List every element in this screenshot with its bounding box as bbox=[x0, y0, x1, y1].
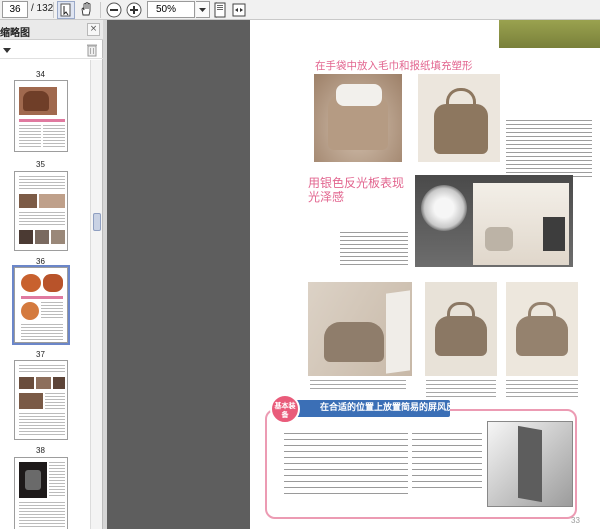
section-heading-2: 用银色反光板表现光泽感 bbox=[308, 176, 405, 204]
thumbnail-label: 38 bbox=[36, 446, 45, 455]
options-menu-button[interactable] bbox=[2, 44, 14, 59]
thumbnail-scrollbar[interactable] bbox=[90, 60, 102, 529]
zoom-out-button[interactable] bbox=[105, 1, 123, 19]
photo-studio-setup bbox=[415, 175, 573, 267]
tip-box bbox=[265, 409, 577, 519]
scrollbar-thumb[interactable] bbox=[93, 213, 101, 231]
thumbnail-list: 34 35 36 37 38 bbox=[0, 60, 90, 529]
panel-toolbar bbox=[0, 41, 103, 59]
photo-bag-silver-a bbox=[425, 282, 497, 376]
close-icon: × bbox=[89, 24, 98, 34]
select-text-icon bbox=[58, 2, 74, 18]
thumbnail-label: 34 bbox=[36, 70, 45, 79]
panel-title: 缩略图 bbox=[0, 28, 30, 39]
text-block bbox=[506, 120, 592, 180]
zoom-in-button[interactable] bbox=[125, 1, 143, 19]
text-block bbox=[340, 232, 408, 268]
thumbnail-page-38[interactable] bbox=[14, 457, 68, 529]
thumbnail-label: 36 bbox=[36, 257, 45, 266]
photo-bag-with-towel bbox=[314, 74, 402, 162]
options-icon bbox=[2, 46, 14, 59]
caption bbox=[310, 380, 406, 392]
zoom-dropdown-button[interactable] bbox=[196, 1, 210, 18]
hand-tool-button[interactable] bbox=[78, 1, 96, 19]
fit-page-button[interactable] bbox=[211, 1, 229, 19]
thumbnail-page-37[interactable] bbox=[14, 360, 68, 440]
callout-title: 在合适的位置上放置简易的屏风反光板 bbox=[290, 400, 450, 417]
zoom-level-field[interactable]: 50% bbox=[147, 1, 195, 18]
trash-icon bbox=[86, 44, 98, 60]
caption bbox=[426, 380, 496, 398]
thumbnails-panel: 缩略图 × 34 35 36 37 38 bbox=[0, 20, 103, 529]
zoom-out-icon bbox=[105, 1, 123, 19]
photo-bag-reflector bbox=[308, 282, 412, 376]
fit-width-icon bbox=[230, 1, 248, 19]
photo-bag-filled bbox=[418, 74, 500, 162]
hand-icon bbox=[78, 1, 96, 17]
select-text-button[interactable] bbox=[57, 1, 75, 19]
toolbar: 36 / 132 50% bbox=[0, 0, 600, 20]
thumbnail-page-35[interactable] bbox=[14, 171, 68, 251]
zoom-in-icon bbox=[125, 1, 143, 19]
section-heading-1: 在手袋中放入毛巾和报纸填充塑形 bbox=[315, 60, 473, 72]
chevron-down-icon bbox=[196, 7, 209, 20]
page-number: 33 bbox=[571, 516, 580, 525]
delete-page-button[interactable] bbox=[86, 43, 98, 60]
photo-bag-silver-b bbox=[506, 282, 578, 376]
toolbar-separator bbox=[100, 2, 101, 18]
thumbnail-label: 37 bbox=[36, 350, 45, 359]
toolbar-separator bbox=[53, 2, 54, 18]
tip-text bbox=[284, 433, 408, 499]
tip-text bbox=[412, 433, 482, 493]
callout-badge: 基本装备 bbox=[270, 394, 300, 424]
caption bbox=[506, 380, 578, 398]
page-total-label: / 132 bbox=[31, 3, 54, 14]
photo-screen-reflector bbox=[487, 421, 573, 507]
panel-header: 缩略图 × bbox=[0, 20, 103, 40]
page-header-tab bbox=[499, 20, 600, 48]
document-viewport[interactable]: 在手袋中放入毛巾和报纸填充塑形 用银色反光板表现光泽感 在合适的位置上放置简易的… bbox=[107, 20, 600, 529]
thumbnail-page-34[interactable] bbox=[14, 80, 68, 152]
document-page: 在手袋中放入毛巾和报纸填充塑形 用银色反光板表现光泽感 在合适的位置上放置简易的… bbox=[250, 20, 600, 529]
page-number-input[interactable]: 36 bbox=[2, 1, 28, 18]
fit-width-button[interactable] bbox=[230, 1, 248, 19]
fit-page-icon bbox=[211, 1, 229, 19]
thumbnail-page-36[interactable] bbox=[12, 265, 70, 345]
panel-close-button[interactable]: × bbox=[87, 23, 100, 36]
thumbnail-label: 35 bbox=[36, 160, 45, 169]
